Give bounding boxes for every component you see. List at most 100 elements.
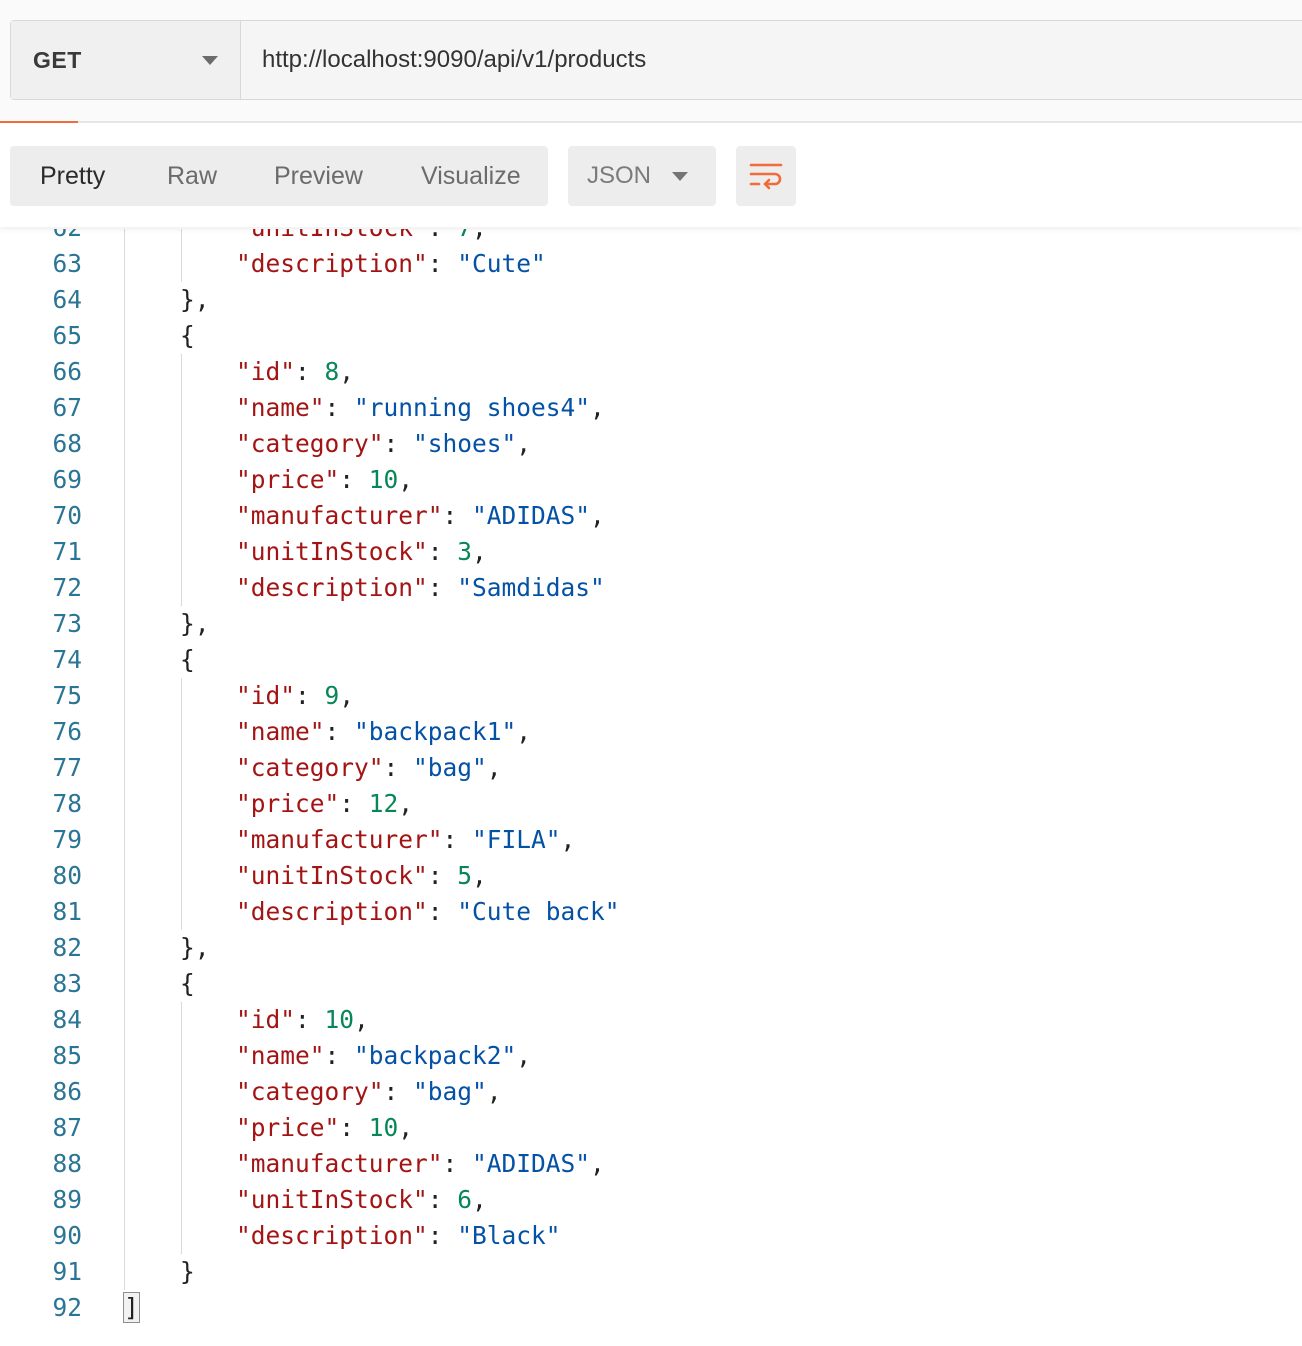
code-text: ] [123, 1290, 140, 1326]
code-text: "category": "bag", [236, 1074, 502, 1110]
indent-guide [181, 678, 182, 930]
code-line: 63 "description": "Cute" [0, 246, 1302, 282]
line-number: 87 [52, 1113, 82, 1142]
response-toolbar: Pretty Raw Preview Visualize JSON [0, 123, 1302, 227]
line-number: 84 [52, 1005, 82, 1034]
code-text: "unitInStock": 5, [236, 858, 487, 894]
wrap-lines-button[interactable] [736, 146, 796, 206]
chevron-down-icon [202, 55, 218, 65]
json-punctuation: : [428, 229, 458, 242]
json-punctuation: : [295, 357, 325, 386]
json-key: "name" [236, 393, 325, 422]
line-number: 91 [52, 1257, 82, 1286]
code-text: }, [180, 282, 210, 318]
code-text: "id": 9, [236, 678, 354, 714]
code-line: 73}, [0, 606, 1302, 642]
json-punctuation: } [180, 1257, 195, 1286]
code-text: "manufacturer": "ADIDAS", [236, 1146, 605, 1182]
json-punctuation: : [427, 1221, 458, 1250]
json-string: "bag" [413, 1077, 487, 1106]
json-punctuation: : [427, 573, 458, 602]
code-line: 75 "id": 9, [0, 678, 1302, 714]
code-text: "description": "Cute back" [236, 894, 620, 930]
json-punctuation: : [427, 537, 458, 566]
url-input[interactable]: http://localhost:9090/api/v1/products [241, 21, 1302, 99]
json-punctuation: , [590, 1149, 605, 1178]
line-number: 62 [10, 229, 82, 246]
code-text: "id": 8, [236, 354, 354, 390]
line-number: 70 [52, 501, 82, 530]
json-punctuation: { [180, 321, 195, 350]
code-line: 69 "price": 10, [0, 462, 1302, 498]
code-text: "name": "backpack2", [236, 1038, 531, 1074]
json-punctuation: , [398, 1113, 414, 1142]
line-number: 90 [52, 1221, 82, 1250]
code-line: 87 "price": 10, [0, 1110, 1302, 1146]
json-punctuation: : [339, 789, 369, 818]
json-key: "unitInStock" [236, 537, 428, 566]
format-select[interactable]: JSON [568, 146, 716, 206]
line-number: 66 [52, 357, 82, 386]
json-punctuation: : [383, 1077, 414, 1106]
json-key: "category" [236, 753, 384, 782]
json-punctuation: { [180, 645, 195, 674]
code-text: "category": "bag", [236, 750, 502, 786]
json-key: "name" [236, 1041, 325, 1070]
code-line: 71 "unitInStock": 3, [0, 534, 1302, 570]
code-line: 85 "name": "backpack2", [0, 1038, 1302, 1074]
code-text: "description": "Samdidas" [236, 570, 605, 606]
json-key: "category" [236, 1077, 384, 1106]
json-punctuation: , [398, 465, 414, 494]
json-number: 9 [324, 681, 340, 710]
json-string: "backpack1" [354, 717, 517, 746]
json-string: "bag" [413, 753, 487, 782]
tab-preview[interactable]: Preview [274, 146, 363, 206]
line-number: 80 [52, 861, 82, 890]
json-punctuation: : [427, 861, 458, 890]
json-punctuation: , [486, 753, 502, 782]
code-line: 92] [0, 1290, 1302, 1326]
line-number: 81 [52, 897, 82, 926]
json-string: "shoes" [413, 429, 517, 458]
code-text: }, [180, 606, 210, 642]
json-punctuation: : [442, 1149, 473, 1178]
json-punctuation: }, [180, 285, 210, 314]
code-text: { [180, 966, 195, 1002]
code-line: 77 "category": "bag", [0, 750, 1302, 786]
json-string: "ADIDAS" [472, 501, 591, 530]
json-punctuation: , [590, 393, 605, 422]
code-text: "id": 10, [236, 1002, 369, 1038]
line-number: 88 [52, 1149, 82, 1178]
tab-visualize[interactable]: Visualize [421, 146, 521, 206]
tab-raw[interactable]: Raw [167, 146, 217, 206]
code-line: 81 "description": "Cute back" [0, 894, 1302, 930]
line-number: 76 [52, 717, 82, 746]
code-line: 80 "unitInStock": 5, [0, 858, 1302, 894]
method-select[interactable]: GET [11, 21, 241, 99]
line-number: 75 [52, 681, 82, 710]
json-key: "unitInStock" [236, 229, 428, 242]
code-line: 62 "unitInStock": 7, [0, 229, 1302, 246]
line-number: 77 [52, 753, 82, 782]
indent-guide [181, 354, 182, 606]
json-string: "backpack2" [354, 1041, 517, 1070]
request-bar: GET http://localhost:9090/api/v1/product… [10, 20, 1302, 100]
json-punctuation: : [427, 897, 458, 926]
line-number: 73 [52, 609, 82, 638]
code-text: } [180, 1254, 195, 1290]
line-number: 69 [52, 465, 82, 494]
code-line: 86 "category": "bag", [0, 1074, 1302, 1110]
json-key: "manufacturer" [236, 1149, 443, 1178]
wrap-lines-icon [749, 163, 783, 190]
json-punctuation: , [516, 429, 532, 458]
response-body-editor[interactable]: 62 "unitInStock": 7, 63"description": "Cut… [0, 229, 1302, 1346]
json-punctuation: : [383, 429, 414, 458]
code-text: "manufacturer": "ADIDAS", [236, 498, 605, 534]
tab-pretty[interactable]: Pretty [40, 146, 105, 206]
chevron-down-icon [672, 171, 688, 181]
code-line: 65 { [0, 318, 1302, 354]
code-text: "manufacturer": "FILA", [236, 822, 575, 858]
json-punctuation: }, [180, 933, 210, 962]
json-number: 7 [457, 229, 472, 242]
code-line: 79 "manufacturer": "FILA", [0, 822, 1302, 858]
